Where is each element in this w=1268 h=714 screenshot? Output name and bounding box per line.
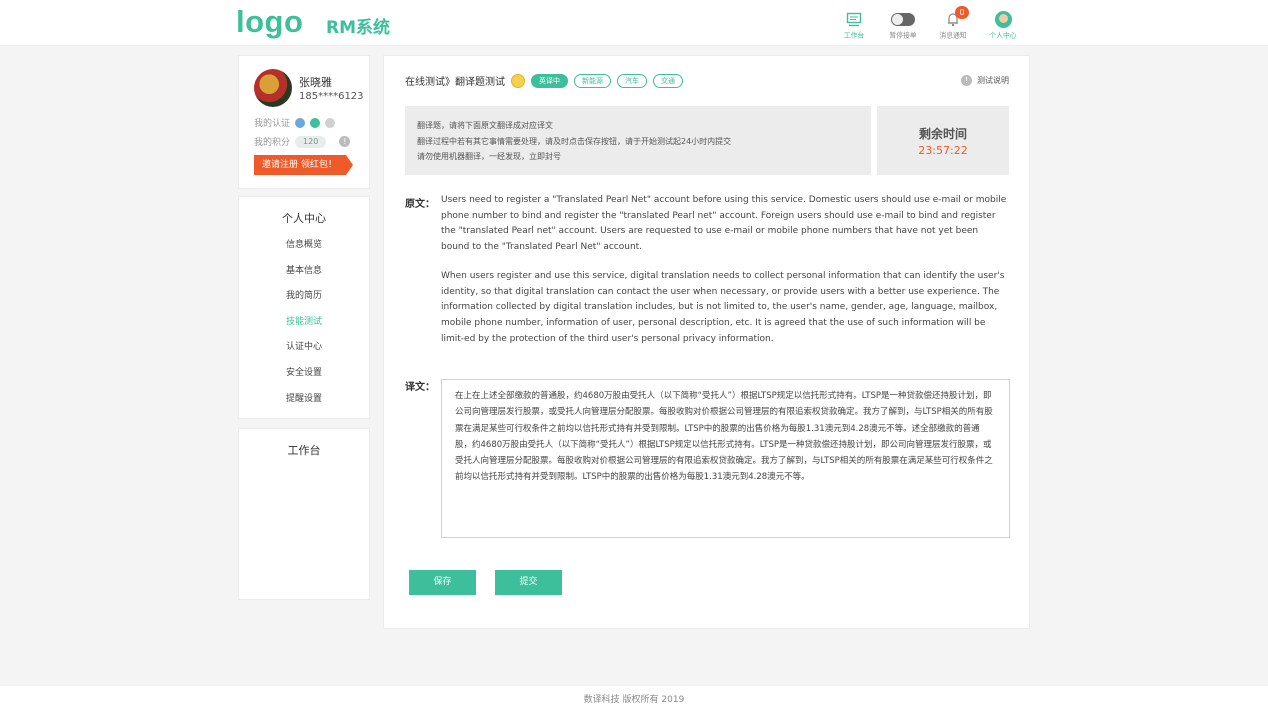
workbench-card: 工作台 — [238, 428, 370, 600]
info-icon[interactable]: ! — [339, 136, 351, 147]
points-row: 我的积分 120 ! — [254, 135, 351, 148]
certification-label: 我的认证 — [254, 119, 291, 129]
invite-register-button[interactable]: 邀请注册 领红包！ — [254, 155, 353, 175]
translation-textarea[interactable]: 在上在上述全部缴款的普通股，约4680万股由受托人（以下简称“受托人”）根据LT… — [441, 379, 1010, 538]
verified-blue-icon — [295, 117, 306, 128]
instruction-line: 翻译题，请将下面原文翻译成对应译文 — [417, 121, 553, 130]
tag-new-energy: 新能源 — [574, 73, 611, 88]
nav-messages-label: 消息通知 — [939, 31, 967, 40]
avatar[interactable] — [254, 69, 292, 107]
pause-toggle[interactable] — [891, 12, 915, 26]
menu-title: 个人中心 — [282, 212, 326, 225]
menu-item-skill-test[interactable]: 技能测试 — [239, 314, 369, 340]
profile-card: 张晓雅 185****6123 我的认证 我的积分 120 ! 邀请注册 领红包… — [238, 55, 370, 189]
points-label: 我的积分 — [254, 138, 291, 148]
footer-copyright: 数译科技 版权所有 2019 — [0, 686, 1268, 714]
points-value: 120 — [295, 135, 327, 148]
submit-button[interactable]: 提交 — [495, 570, 562, 595]
breadcrumb: 在线测试》翻译题测试 英译中 新能源 汽车 交通 — [405, 73, 683, 88]
shield-gray-icon — [325, 117, 336, 128]
logo[interactable]: logo — [236, 4, 303, 40]
test-instructions: 翻译题，请将下面原文翻译成对应译文 翻译过程中若有其它事情需要处理，请及时点击保… — [405, 106, 871, 175]
save-button[interactable]: 保存 — [409, 570, 476, 595]
translation-label: 译文： — [405, 382, 435, 393]
original-text: Users need to register a "Translated Pea… — [441, 193, 1009, 347]
nav-workbench[interactable]: 工作台 — [832, 10, 876, 41]
main-panel: 在线测试》翻译题测试 英译中 新能源 汽车 交通 ! 测试说明 翻译题，请将下面… — [383, 55, 1030, 629]
nav-workbench-label: 工作台 — [843, 31, 865, 40]
user-phone: 185****6123 — [299, 91, 364, 102]
remaining-time-box: 剩余时间 23:57:22 — [877, 106, 1009, 175]
remaining-time-value: 23:57:22 — [918, 144, 968, 157]
menu-item-overview[interactable]: 信息概览 — [239, 237, 369, 263]
menu-item-basic-info[interactable]: 基本信息 — [239, 263, 369, 289]
menu-item-reminders[interactable]: 提醒设置 — [239, 391, 369, 417]
certification-row: 我的认证 — [254, 116, 336, 129]
menu-item-resume[interactable]: 我的简历 — [239, 288, 369, 314]
personal-center-menu: 个人中心 信息概览 基本信息 我的简历 技能测试 认证中心 安全设置 提醒设置 — [238, 196, 370, 419]
original-paragraph: Users need to register a "Translated Pea… — [441, 195, 1007, 253]
tag-transport: 交通 — [653, 73, 683, 88]
nav-pause-orders-label: 暂停接单 — [889, 31, 917, 40]
nav-messages[interactable]: 0 消息通知 — [931, 6, 975, 41]
remaining-time-label: 剩余时间 — [918, 127, 967, 141]
nav-personal-center-label: 个人中心 — [989, 31, 1017, 40]
system-name: RM系统 — [326, 18, 391, 38]
top-header: logo RM系统 工作台 暂停接单 0 消息通知 个人中心 — [0, 0, 1268, 46]
nav-personal-center[interactable]: 个人中心 — [981, 10, 1025, 41]
user-avatar-icon — [994, 10, 1012, 28]
instruction-line: 请勿使用机器翻译，一经发现，立即封号 — [417, 152, 561, 161]
tag-automotive: 汽车 — [617, 73, 647, 88]
message-count-badge: 0 — [955, 6, 969, 19]
monitor-icon — [832, 10, 876, 28]
bell-icon: 0 — [931, 6, 975, 28]
tag-language-pair: 英译中 — [531, 73, 568, 88]
user-name: 张晓雅 — [299, 76, 332, 89]
info-icon: ! — [961, 75, 972, 86]
nav-pause-orders[interactable]: 暂停接单 — [881, 10, 925, 41]
menu-item-certification[interactable]: 认证中心 — [239, 339, 369, 365]
test-explanation-label: 测试说明 — [977, 76, 1009, 85]
medal-icon — [511, 73, 525, 88]
test-explanation-link[interactable]: ! 测试说明 — [961, 75, 1009, 86]
breadcrumb-text: 在线测试》翻译题测试 — [405, 77, 505, 88]
original-paragraph: When users register and use this service… — [441, 270, 1005, 344]
original-label: 原文： — [405, 199, 435, 210]
workbench-title[interactable]: 工作台 — [239, 442, 369, 458]
verified-green-icon — [310, 117, 321, 128]
menu-item-security[interactable]: 安全设置 — [239, 365, 369, 391]
instruction-line: 翻译过程中若有其它事情需要处理，请及时点击保存按钮，请于开始测试起24小时内提交 — [417, 136, 732, 146]
